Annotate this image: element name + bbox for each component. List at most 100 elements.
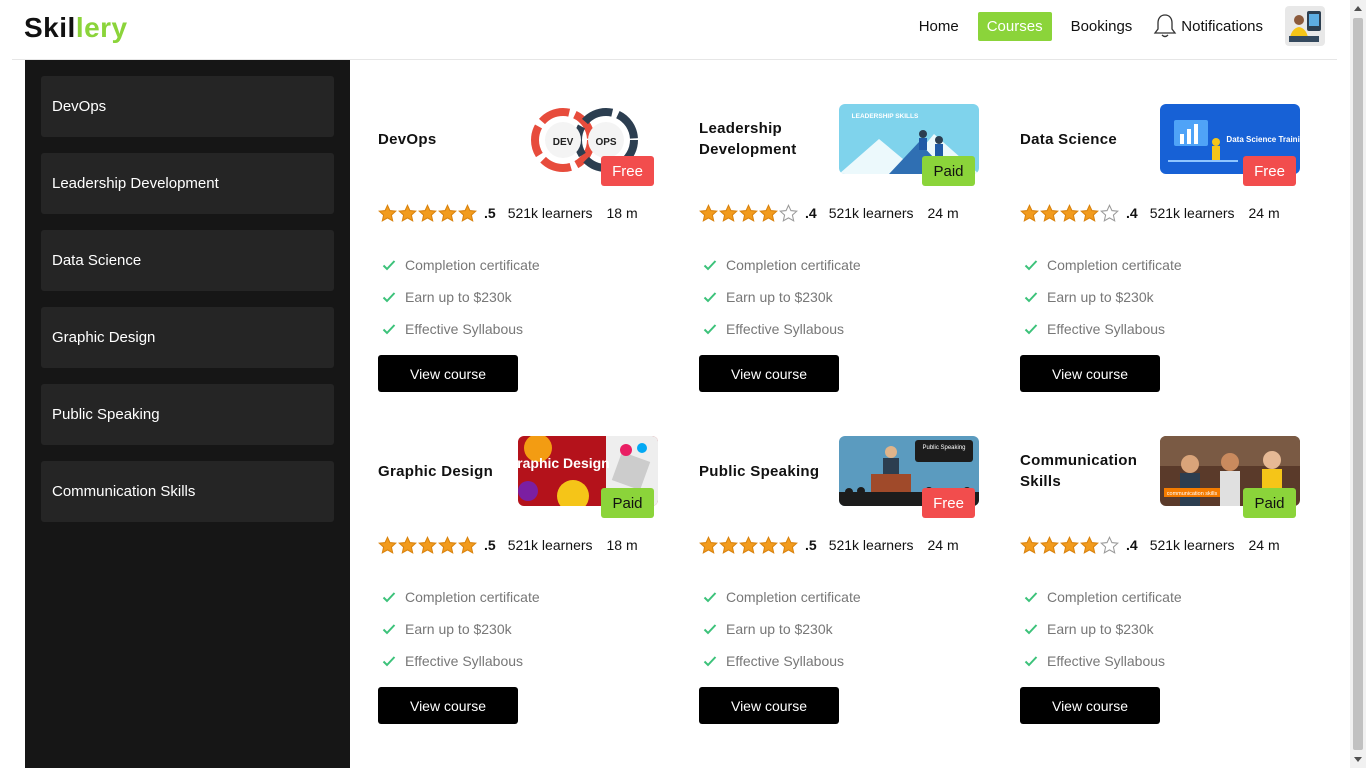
star-filled-icon xyxy=(398,204,417,222)
brand-logo-part2: lery xyxy=(75,12,128,43)
feature-item: Completion certificate xyxy=(382,249,540,281)
price-badge: Paid xyxy=(1243,488,1296,518)
star-filled-icon xyxy=(719,536,738,554)
learner-count: 521k learners xyxy=(507,205,593,221)
course-duration: 24 m xyxy=(927,205,959,221)
star-empty-icon xyxy=(779,204,798,222)
page-scrollbar[interactable] xyxy=(1350,0,1366,768)
star-rating xyxy=(699,536,799,554)
feature-list: Completion certificate Earn up to $230k … xyxy=(1024,249,1182,345)
rating-value: .5 xyxy=(805,537,817,553)
star-rating xyxy=(1020,204,1120,222)
feature-item: Earn up to $230k xyxy=(703,613,861,645)
star-filled-icon xyxy=(1080,204,1099,222)
bell-icon xyxy=(1153,14,1177,38)
learner-count: 521k learners xyxy=(1149,537,1235,553)
sidebar-item-devops[interactable]: DevOps xyxy=(41,76,334,137)
feature-item: Effective Syllabous xyxy=(703,313,861,345)
learner-count: 521k learners xyxy=(507,537,593,553)
check-icon xyxy=(1024,624,1038,635)
check-icon xyxy=(1024,324,1038,335)
star-filled-icon xyxy=(458,536,477,554)
star-rating xyxy=(699,204,799,222)
star-filled-icon xyxy=(1040,536,1059,554)
feature-list: Completion certificate Earn up to $230k … xyxy=(382,249,540,345)
course-meta: .4 521k learners 24 m xyxy=(1020,203,1280,223)
feature-item: Earn up to $230k xyxy=(703,281,861,313)
price-badge: Free xyxy=(1243,156,1296,186)
star-filled-icon xyxy=(378,204,397,222)
scroll-down-arrow-icon[interactable] xyxy=(1354,757,1362,762)
course-meta: .4 521k learners 24 m xyxy=(1020,535,1280,555)
check-icon xyxy=(382,292,396,303)
nav-courses[interactable]: Courses xyxy=(977,11,1052,41)
sidebar-item-communication[interactable]: Communication Skills xyxy=(41,461,334,522)
feature-list: Completion certificate Earn up to $230k … xyxy=(382,581,540,677)
course-duration: 24 m xyxy=(1248,537,1280,553)
thumb-dev-text: DEV xyxy=(553,137,574,148)
check-icon xyxy=(703,324,717,335)
thumb-leadership-text: LEADERSHIP SKILLS xyxy=(852,113,919,120)
course-meta: .5 521k learners 18 m xyxy=(378,203,638,223)
star-filled-icon xyxy=(1060,536,1079,554)
scroll-thumb[interactable] xyxy=(1353,18,1363,750)
learner-count: 521k learners xyxy=(828,205,914,221)
course-card: Leadership Development LEADERSHIP SKILLS… xyxy=(699,104,979,404)
check-icon xyxy=(703,656,717,667)
star-filled-icon xyxy=(699,204,718,222)
course-card: Communication Skills communication skill… xyxy=(1020,436,1300,736)
sidebar-item-public-speaking[interactable]: Public Speaking xyxy=(41,384,334,445)
view-course-button[interactable]: View course xyxy=(699,687,839,724)
feature-item: Completion certificate xyxy=(382,581,540,613)
thumb-graphic-text: Graphic Design xyxy=(518,455,610,471)
star-filled-icon xyxy=(398,536,417,554)
course-title: Graphic Design xyxy=(378,463,494,480)
thumb-ops-text: OPS xyxy=(595,137,616,148)
view-course-button[interactable]: View course xyxy=(699,355,839,392)
category-sidebar: DevOps Leadership Development Data Scien… xyxy=(25,60,350,768)
nav-bookings[interactable]: Bookings xyxy=(1062,12,1142,41)
top-navbar: Skillery Home Courses Bookings Notificat… xyxy=(12,0,1337,60)
brand-logo[interactable]: Skillery xyxy=(24,12,128,44)
price-badge: Paid xyxy=(601,488,654,518)
view-course-button[interactable]: View course xyxy=(378,687,518,724)
thumb-datascience-text: Data Science Training xyxy=(1226,135,1300,144)
course-duration: 18 m xyxy=(606,205,638,221)
check-icon xyxy=(1024,260,1038,271)
check-icon xyxy=(703,624,717,635)
rating-value: .4 xyxy=(1126,537,1138,553)
view-course-button[interactable]: View course xyxy=(378,355,518,392)
feature-list: Completion certificate Earn up to $230k … xyxy=(703,249,861,345)
feature-item: Completion certificate xyxy=(703,581,861,613)
scroll-up-arrow-icon[interactable] xyxy=(1354,6,1362,11)
course-meta: .5 521k learners 24 m xyxy=(699,535,959,555)
thumb-speaking-text: Public Speaking xyxy=(922,445,965,451)
notifications-label: Notifications xyxy=(1181,17,1263,35)
star-filled-icon xyxy=(759,204,778,222)
sidebar-item-leadership[interactable]: Leadership Development xyxy=(41,153,334,214)
user-avatar[interactable] xyxy=(1285,6,1325,46)
course-card: DevOps DEV OPS Free .5 521k learners 18 … xyxy=(378,104,658,404)
check-icon xyxy=(382,592,396,603)
feature-item: Completion certificate xyxy=(703,249,861,281)
learner-count: 521k learners xyxy=(1149,205,1235,221)
feature-item: Earn up to $230k xyxy=(1024,281,1182,313)
main-nav: Home Courses Bookings Notifications xyxy=(900,6,1325,46)
star-filled-icon xyxy=(418,204,437,222)
star-filled-icon xyxy=(699,536,718,554)
nav-notifications[interactable]: Notifications xyxy=(1153,13,1263,39)
nav-home[interactable]: Home xyxy=(910,12,968,41)
feature-list: Completion certificate Earn up to $230k … xyxy=(1024,581,1182,677)
star-filled-icon xyxy=(779,536,798,554)
rating-value: .5 xyxy=(484,537,496,553)
star-rating xyxy=(378,204,478,222)
price-badge: Free xyxy=(601,156,654,186)
sidebar-item-data-science[interactable]: Data Science xyxy=(41,230,334,291)
price-badge: Free xyxy=(922,488,975,518)
view-course-button[interactable]: View course xyxy=(1020,687,1160,724)
view-course-button[interactable]: View course xyxy=(1020,355,1160,392)
feature-item: Earn up to $230k xyxy=(382,281,540,313)
sidebar-item-graphic-design[interactable]: Graphic Design xyxy=(41,307,334,368)
course-meta: .4 521k learners 24 m xyxy=(699,203,959,223)
course-card: Public Speaking Public Speaking Free .5 … xyxy=(699,436,979,736)
